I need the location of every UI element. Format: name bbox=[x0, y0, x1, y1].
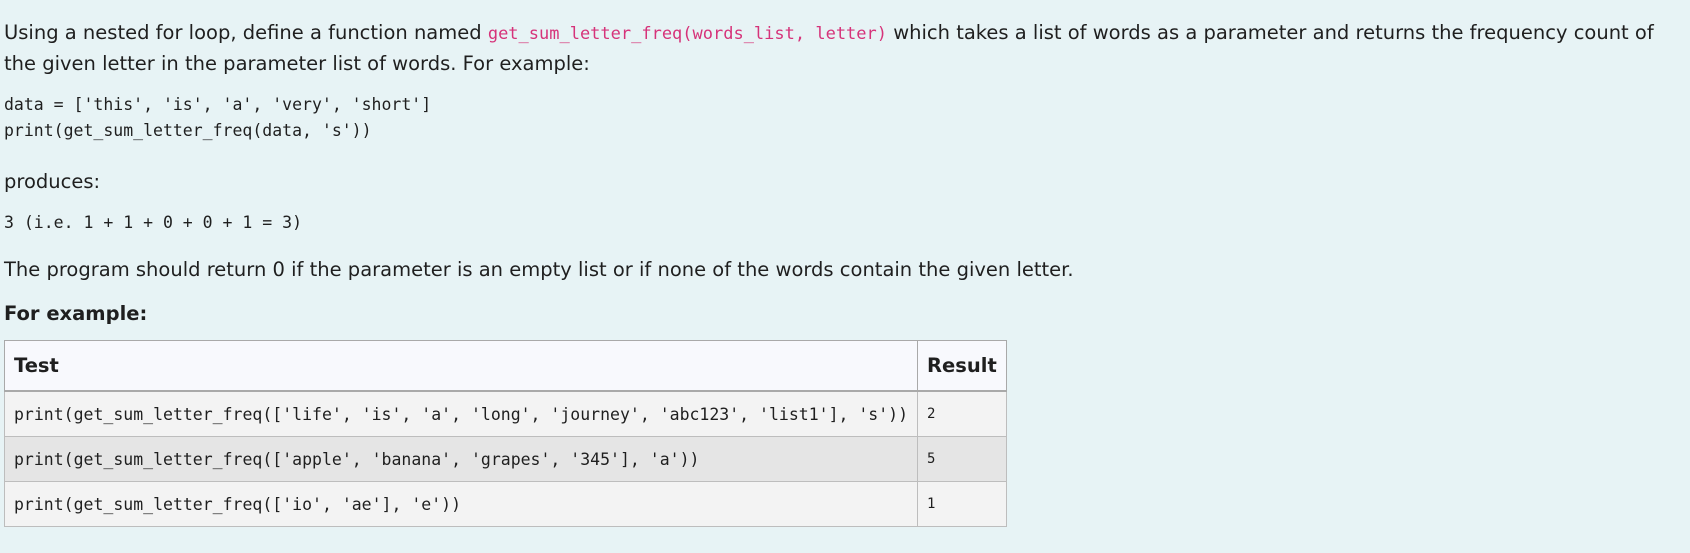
test-cell: print(get_sum_letter_freq(['io', 'ae'], … bbox=[3, 481, 919, 527]
result-cell: 1 bbox=[917, 481, 1007, 527]
question-intro: Using a nested for loop, define a functi… bbox=[4, 18, 1688, 79]
test-cases-table: Test Result print(get_sum_letter_freq(['… bbox=[3, 340, 1007, 527]
empty-list-note: The program should return 0 if the param… bbox=[4, 258, 1074, 281]
header-result: Result bbox=[917, 340, 1007, 392]
test-cell: print(get_sum_letter_freq(['apple', 'ban… bbox=[3, 436, 919, 482]
function-signature: get_sum_letter_freq(words_list, letter) bbox=[487, 24, 887, 44]
intro-text-before: Using a nested for loop, define a functi… bbox=[4, 21, 488, 44]
table-header-row: Test Result bbox=[3, 340, 1007, 392]
test-cell: print(get_sum_letter_freq(['life', 'is',… bbox=[3, 390, 919, 437]
produces-label: produces: bbox=[4, 170, 101, 193]
for-example-heading: For example: bbox=[4, 302, 148, 325]
result-cell: 2 bbox=[917, 390, 1007, 437]
example-output-block: 3 (i.e. 1 + 1 + 0 + 0 + 1 = 3) bbox=[4, 213, 303, 232]
header-test: Test bbox=[3, 340, 919, 392]
table-row: print(get_sum_letter_freq(['life', 'is',… bbox=[3, 390, 1007, 437]
example-code-block: data = ['this', 'is', 'a', 'very', 'shor… bbox=[4, 95, 432, 140]
table-row: print(get_sum_letter_freq(['io', 'ae'], … bbox=[3, 481, 1007, 527]
table-row: print(get_sum_letter_freq(['apple', 'ban… bbox=[3, 436, 1007, 482]
result-cell: 5 bbox=[917, 436, 1007, 482]
